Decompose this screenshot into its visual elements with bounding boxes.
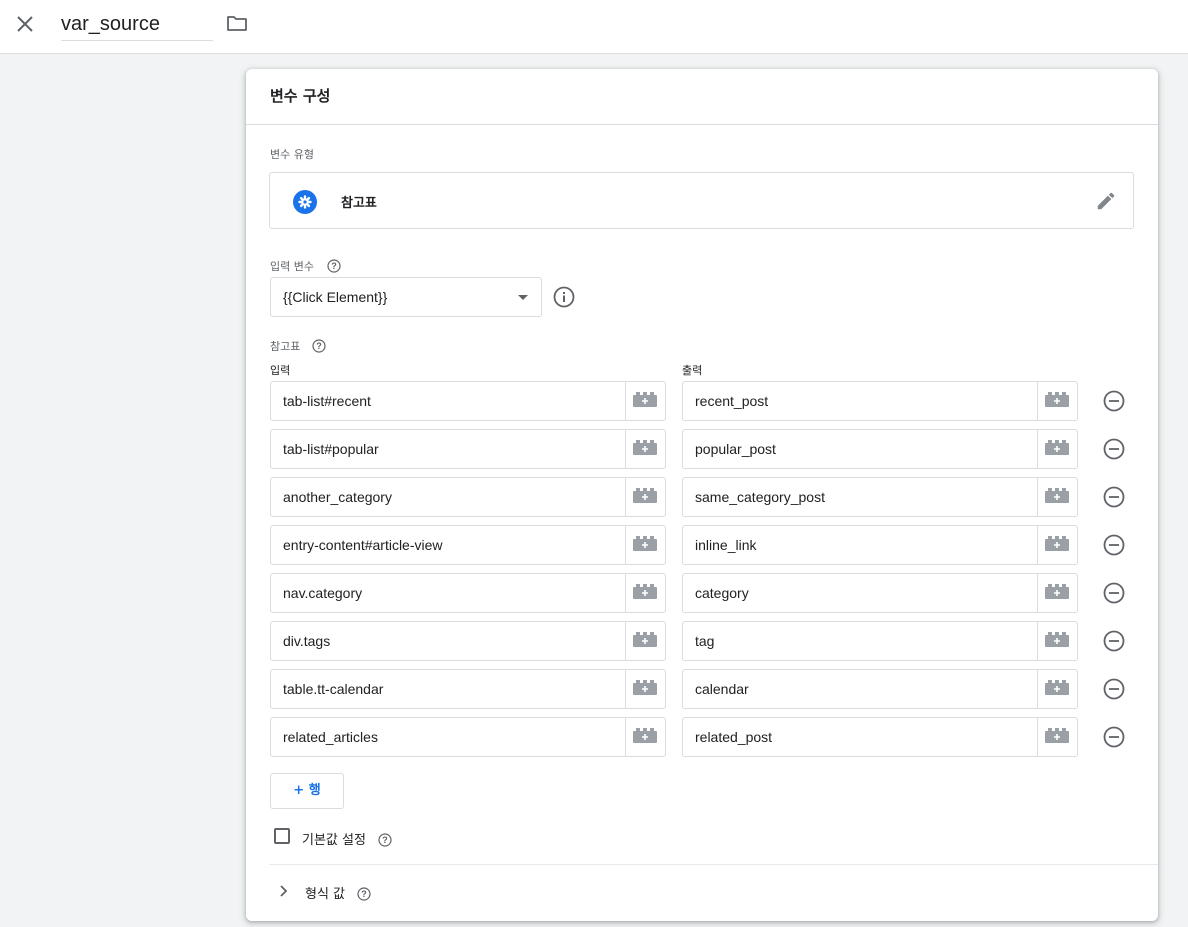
help-icon[interactable]: ? (357, 886, 371, 901)
table-row (270, 525, 1140, 565)
row-input-field[interactable] (271, 718, 625, 756)
table-row (270, 621, 1140, 661)
variable-type-selector[interactable]: 참고표 (269, 172, 1134, 229)
variable-picker-icon[interactable] (1037, 382, 1077, 420)
remove-row-icon[interactable] (1102, 581, 1126, 605)
table-row (270, 381, 1140, 421)
row-output-field[interactable] (683, 430, 1037, 468)
variable-picker-icon[interactable] (625, 670, 665, 708)
remove-row-icon[interactable] (1102, 485, 1126, 509)
row-input-field[interactable] (271, 382, 625, 420)
chevron-right-icon (274, 882, 292, 900)
variable-config-card: 변수 구성 변수 유형 참고표 입력 변수 ? {{Click Element}… (246, 69, 1158, 921)
table-row (270, 429, 1140, 469)
row-input-field[interactable] (271, 670, 625, 708)
remove-row-icon[interactable] (1102, 629, 1126, 653)
svg-text:?: ? (361, 889, 367, 899)
input-cell (270, 621, 666, 661)
variable-picker-icon[interactable] (1037, 430, 1077, 468)
close-icon[interactable] (13, 12, 37, 36)
row-output-field[interactable] (683, 622, 1037, 660)
divider (269, 864, 1158, 865)
variable-picker-icon[interactable] (625, 382, 665, 420)
top-bar (0, 0, 1188, 54)
default-value-checkbox[interactable] (274, 828, 290, 844)
folder-icon[interactable] (225, 11, 249, 35)
help-icon[interactable]: ? (378, 832, 392, 847)
input-column-header: 입력 (270, 364, 291, 377)
variable-picker-icon[interactable] (1037, 478, 1077, 516)
remove-row-icon[interactable] (1102, 725, 1126, 749)
output-cell (682, 429, 1078, 469)
variable-name-input[interactable] (61, 8, 213, 41)
divider (246, 124, 1158, 125)
row-input-field[interactable] (271, 622, 625, 660)
variable-picker-icon[interactable] (1037, 574, 1077, 612)
lookup-table-label: 참고표 (270, 340, 301, 353)
chevron-down-icon (518, 295, 528, 300)
output-cell (682, 381, 1078, 421)
input-cell (270, 381, 666, 421)
table-row (270, 717, 1140, 757)
remove-row-icon[interactable] (1102, 389, 1126, 413)
row-input-field[interactable] (271, 574, 625, 612)
format-value-label: 형식 값 (305, 887, 346, 902)
output-column-header: 출력 (682, 364, 703, 377)
variable-picker-icon[interactable] (625, 622, 665, 660)
variable-picker-icon[interactable] (625, 526, 665, 564)
help-icon[interactable]: ? (312, 338, 326, 353)
card-title: 변수 구성 (270, 87, 331, 105)
variable-picker-icon[interactable] (1037, 718, 1077, 756)
svg-text:?: ? (316, 341, 322, 351)
input-variable-label: 입력 변수 (270, 260, 314, 273)
row-output-field[interactable] (683, 478, 1037, 516)
input-cell (270, 525, 666, 565)
input-cell (270, 429, 666, 469)
remove-row-icon[interactable] (1102, 677, 1126, 701)
remove-row-icon[interactable] (1102, 533, 1126, 557)
variable-picker-icon[interactable] (1037, 526, 1077, 564)
variable-picker-icon[interactable] (625, 430, 665, 468)
row-output-field[interactable] (683, 526, 1037, 564)
output-cell (682, 669, 1078, 709)
variable-type-label: 변수 유형 (270, 148, 314, 161)
remove-row-icon[interactable] (1102, 437, 1126, 461)
variable-type-name: 참고표 (341, 196, 377, 211)
row-output-field[interactable] (683, 574, 1037, 612)
row-input-field[interactable] (271, 478, 625, 516)
table-row (270, 573, 1140, 613)
row-input-field[interactable] (271, 526, 625, 564)
output-cell (682, 477, 1078, 517)
variable-picker-icon[interactable] (625, 478, 665, 516)
output-cell (682, 717, 1078, 757)
input-cell (270, 573, 666, 613)
table-row (270, 669, 1140, 709)
output-cell (682, 525, 1078, 565)
pencil-icon[interactable] (1095, 190, 1117, 212)
input-cell (270, 669, 666, 709)
row-output-field[interactable] (683, 382, 1037, 420)
output-cell (682, 621, 1078, 661)
input-cell (270, 477, 666, 517)
variable-picker-icon[interactable] (1037, 622, 1077, 660)
table-row (270, 477, 1140, 517)
variable-picker-icon[interactable] (625, 718, 665, 756)
svg-text:?: ? (331, 261, 337, 271)
variable-picker-icon[interactable] (1037, 670, 1077, 708)
row-output-field[interactable] (683, 718, 1037, 756)
help-icon[interactable]: ? (327, 258, 341, 273)
info-icon[interactable] (553, 286, 575, 308)
input-variable-select[interactable]: {{Click Element}} (270, 277, 542, 317)
variable-picker-icon[interactable] (625, 574, 665, 612)
row-input-field[interactable] (271, 430, 625, 468)
svg-text:?: ? (382, 835, 388, 845)
input-variable-value: {{Click Element}} (283, 289, 388, 305)
output-cell (682, 573, 1078, 613)
gear-icon (293, 190, 317, 214)
default-value-label: 기본값 설정 (302, 833, 366, 848)
format-value-expander[interactable]: 형식 값 ? (270, 877, 570, 905)
add-row-button[interactable]: + 행 (270, 773, 344, 809)
row-output-field[interactable] (683, 670, 1037, 708)
input-cell (270, 717, 666, 757)
